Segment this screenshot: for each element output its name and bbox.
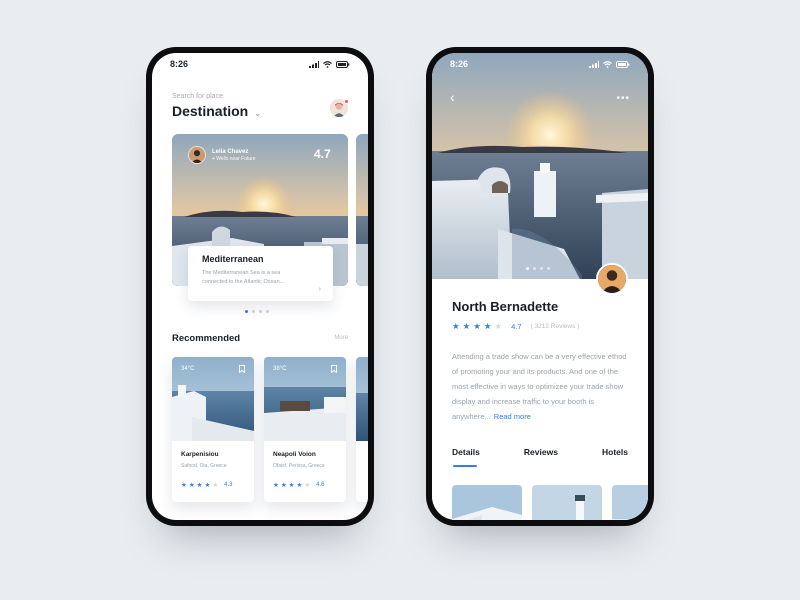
status-bar: 8:26 bbox=[152, 53, 368, 75]
next-recommended-peek[interactable] bbox=[356, 357, 368, 502]
recommended-name: Karpenisiou bbox=[181, 451, 219, 458]
location-pin-icon: ⌖ bbox=[212, 155, 215, 162]
carousel-dot[interactable] bbox=[259, 310, 262, 313]
carousel-dots bbox=[526, 267, 550, 270]
signal-icon bbox=[589, 60, 599, 68]
tab-details[interactable]: Details bbox=[452, 447, 480, 457]
gallery-thumbnail[interactable] bbox=[532, 485, 602, 520]
star-icon: ★ bbox=[462, 321, 471, 331]
carousel-dot[interactable] bbox=[547, 267, 550, 270]
battery-icon bbox=[616, 60, 630, 68]
more-link[interactable]: More bbox=[334, 335, 348, 341]
host-avatar[interactable] bbox=[596, 263, 628, 295]
star-icon: ★ bbox=[296, 482, 303, 489]
recommended-title: Recommended bbox=[172, 333, 241, 344]
review-count[interactable]: ( 3212 Reviews ) bbox=[531, 323, 580, 330]
more-dots-icon[interactable]: ••• bbox=[616, 93, 630, 104]
bookmark-icon[interactable] bbox=[239, 365, 245, 373]
bookmark-icon[interactable] bbox=[331, 365, 337, 373]
featured-info-card[interactable]: Mediterranean The Mediterranean Sea is a… bbox=[188, 246, 333, 301]
star-icon: ★ bbox=[304, 482, 311, 489]
status-bar: 8:26 bbox=[432, 53, 648, 75]
star-icon: ★ bbox=[196, 482, 203, 489]
temperature: 38°C bbox=[273, 366, 287, 372]
read-more-link[interactable]: Read more bbox=[494, 412, 531, 421]
star-icon: ★ bbox=[473, 321, 481, 331]
rating-stars: ★ ★ ★ ★ ★ 4.6 bbox=[273, 481, 324, 489]
destination-screen: 8:26 Search for place Destination ⌄ Leli… bbox=[152, 53, 368, 520]
featured-description: The Mediterranean Sea is a sea connected… bbox=[202, 270, 285, 285]
phone-right: 8:26 ‹ ••• North Bernadette ★ ★ ★ ★ ★ 4.7 ( … bbox=[426, 47, 654, 526]
user-name: Lelia Chavez bbox=[212, 148, 249, 155]
detail-screen: 8:26 ‹ ••• North Bernadette ★ ★ ★ ★ ★ 4.7 ( … bbox=[432, 53, 648, 520]
recommended-subtitle: Safood, Oia, Greece bbox=[181, 463, 227, 469]
star-icon: ★ bbox=[280, 482, 287, 489]
active-tab-indicator bbox=[453, 465, 477, 467]
carousel-dot[interactable] bbox=[252, 310, 255, 313]
star-icon: ★ bbox=[212, 482, 219, 489]
featured-user-chip[interactable]: Lelia Chavez ⌖ Wells near Future bbox=[188, 146, 256, 164]
place-name: North Bernadette bbox=[452, 299, 559, 314]
gallery-thumbnail[interactable] bbox=[452, 485, 522, 520]
star-icon: ★ bbox=[204, 482, 211, 489]
tab-hotels[interactable]: Hotels bbox=[602, 447, 628, 457]
wifi-icon bbox=[603, 60, 612, 68]
search-label[interactable]: Search for place bbox=[172, 93, 223, 100]
back-arrow-icon[interactable]: ‹ bbox=[450, 89, 455, 105]
rating-stars: ★ ★ ★ ★ ★ 4.3 bbox=[181, 481, 232, 489]
hero-image[interactable] bbox=[432, 53, 648, 283]
detail-tabs: Details Reviews Hotels bbox=[452, 447, 628, 457]
recommended-card[interactable]: 38°C Neapoli Voion Ofaisf, Perissa, Gree… bbox=[264, 357, 346, 502]
place-description: Attending a trade show can be a very eff… bbox=[452, 352, 627, 421]
carousel-dot[interactable] bbox=[540, 267, 543, 270]
carousel-dot[interactable] bbox=[533, 267, 536, 270]
destination-selector[interactable]: Destination ⌄ bbox=[172, 103, 261, 119]
carousel-dot[interactable] bbox=[526, 267, 529, 270]
star-icon: ★ bbox=[181, 482, 187, 489]
user-avatar bbox=[188, 146, 206, 164]
rating-value: 4.3 bbox=[224, 482, 233, 488]
featured-title: Mediterranean bbox=[202, 254, 264, 264]
recommended-name: Neapoli Voion bbox=[273, 451, 316, 458]
signal-icon bbox=[309, 60, 319, 68]
rating-value: 4.6 bbox=[316, 482, 325, 488]
notification-badge bbox=[344, 99, 349, 104]
chevron-down-icon: ⌄ bbox=[254, 108, 261, 118]
status-time: 8:26 bbox=[450, 59, 469, 69]
temperature: 34°C bbox=[181, 366, 195, 372]
carousel-dots bbox=[245, 310, 269, 313]
carousel-dot[interactable] bbox=[266, 310, 269, 313]
user-location: ⌖ Wells near Future bbox=[212, 155, 256, 162]
battery-icon bbox=[336, 60, 350, 68]
recommended-card[interactable]: 34°C Karpenisiou Safood, Oia, Greece ★ ★ ★… bbox=[172, 357, 254, 502]
star-icon: ★ bbox=[273, 482, 279, 489]
recommended-subtitle: Ofaisf, Perissa, Greece bbox=[273, 463, 325, 469]
page-title: Destination bbox=[172, 103, 249, 119]
chevron-right-icon[interactable]: › bbox=[319, 286, 321, 293]
rating-value: 4.7 bbox=[511, 322, 522, 331]
carousel-dot[interactable] bbox=[245, 310, 248, 313]
next-card-peek[interactable] bbox=[356, 134, 368, 286]
star-icon: ★ bbox=[483, 321, 492, 331]
star-icon: ★ bbox=[452, 321, 460, 331]
wifi-icon bbox=[323, 60, 332, 68]
star-icon: ★ bbox=[288, 482, 295, 489]
star-icon: ★ bbox=[188, 482, 195, 489]
gallery-thumbnail[interactable] bbox=[612, 485, 648, 520]
phone-left: 8:26 Search for place Destination ⌄ Leli… bbox=[146, 47, 374, 526]
star-icon: ★ bbox=[494, 321, 503, 331]
place-rating: ★ ★ ★ ★ ★ 4.7 ( 3212 Reviews ) bbox=[452, 321, 579, 332]
featured-rating: 4.7 bbox=[314, 147, 331, 161]
tab-reviews[interactable]: Reviews bbox=[524, 447, 558, 457]
status-time: 8:26 bbox=[170, 59, 189, 69]
